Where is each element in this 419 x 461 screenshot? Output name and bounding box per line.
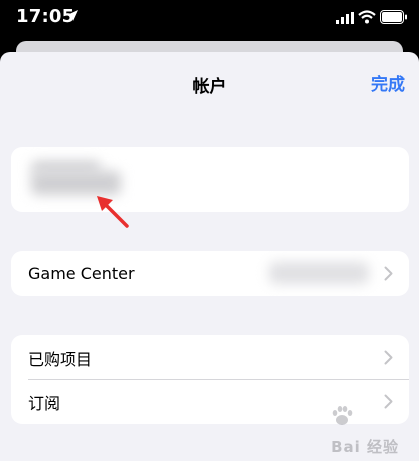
wifi-icon: [358, 10, 376, 24]
baidu-watermark: Bai 经验: [331, 438, 399, 456]
page-title: 帐户: [192, 77, 227, 97]
profile-card[interactable]: [11, 147, 409, 212]
chevron-right-icon: [384, 350, 393, 365]
account-sheet: 帐户 完成 Game Center 已购项目 订阅: [0, 52, 419, 461]
game-center-label: Game Center: [28, 264, 135, 283]
purchases-row[interactable]: 已购项目: [11, 335, 409, 380]
done-button[interactable]: 完成: [371, 70, 405, 95]
location-arrow-icon: [67, 10, 78, 21]
game-center-row[interactable]: Game Center: [11, 251, 409, 296]
blurred-game-center-value: [269, 262, 369, 284]
cellular-signal-icon: [336, 12, 354, 24]
subscriptions-label: 订阅: [28, 393, 61, 413]
game-center-group: Game Center: [11, 251, 409, 296]
battery-icon: [380, 10, 407, 24]
red-arrow-annotation: [97, 196, 129, 228]
purchases-label: 已购项目: [28, 349, 93, 369]
blurred-account-email: [31, 171, 121, 195]
status-bar: 17:05: [0, 0, 419, 38]
chevron-right-icon: [384, 394, 393, 409]
paw-logo-icon: [332, 406, 353, 425]
chevron-right-icon: [384, 266, 393, 281]
